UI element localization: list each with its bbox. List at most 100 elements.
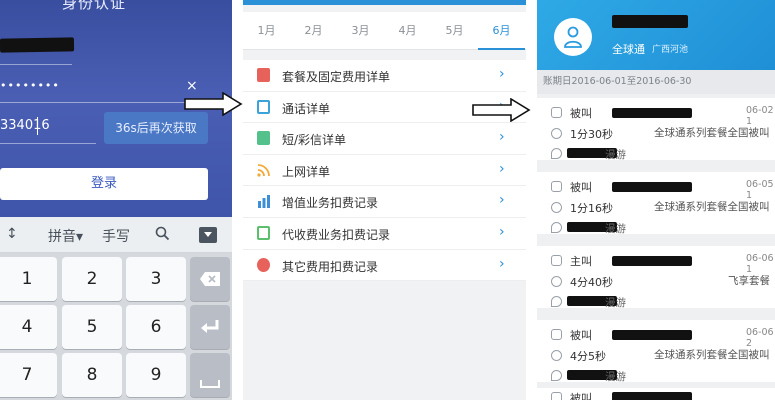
delete-key[interactable] (190, 257, 230, 301)
redacted-phone (0, 37, 75, 53)
detail-list: 套餐及固定费用详单 › 通话详单 › 短/彩信详单 › 上网详单 › 增值业务扣… (243, 60, 526, 282)
text-cursor (37, 117, 38, 135)
call-date: 06-05 1 (746, 179, 774, 201)
tab-month-2[interactable]: 2月 (290, 12, 337, 50)
login-button[interactable]: 登录 (0, 168, 208, 200)
tab-month-1[interactable]: 1月 (243, 12, 290, 50)
resend-code-button[interactable]: 36s后再次获取 (104, 112, 208, 144)
wallet-icon (257, 225, 270, 240)
location-icon (551, 296, 562, 307)
login-title: 身份认证 (62, 0, 127, 12)
key-8[interactable]: 8 (62, 353, 122, 397)
tab-month-4[interactable]: 4月 (384, 12, 431, 50)
user-icon (564, 26, 582, 48)
chevron-right-icon: › (499, 129, 505, 146)
chevron-right-icon: › (499, 223, 505, 240)
call-desc: 全球通系列套餐全国被叫 (654, 201, 770, 213)
key-3[interactable]: 3 (126, 257, 186, 301)
call-location: 漫游 (605, 371, 626, 383)
list-item-label: 通话详单 (282, 101, 331, 116)
list-item-data[interactable]: 上网详单 › (243, 155, 526, 187)
search-icon[interactable] (155, 226, 170, 245)
list-item[interactable]: 被叫 (537, 388, 775, 400)
call-date: 06-02 1 (746, 105, 774, 127)
call-type: 被叫 (570, 392, 592, 400)
cursor-move-icon[interactable]: ↕ (6, 226, 18, 242)
login-panel: 身份认证 •••••••• × 334016 36s后再次获取 登录 ↕ 拼音▾… (0, 0, 232, 400)
call-duration: 4分40秒 (570, 276, 613, 289)
billing-period: 账期日2016-06-01至2016-06-30 (537, 70, 775, 94)
phone-icon (551, 392, 562, 400)
list-item-package[interactable]: 套餐及固定费用详单 › (243, 60, 526, 92)
chevron-right-icon: › (499, 66, 505, 82)
list-item[interactable]: 被叫 06-05 1 1分16秒 全球通系列套餐全国被叫 漫游 (537, 172, 775, 240)
key-9[interactable]: 9 (126, 353, 186, 397)
redacted-number (612, 330, 692, 340)
phone-icon (257, 99, 270, 114)
list-item[interactable]: 被叫 06-06 2 4分5秒 全球通系列套餐全国被叫 漫游 (537, 320, 775, 388)
chevron-right-icon: › (499, 255, 505, 272)
location-icon (551, 222, 562, 233)
area-name: 广西河池 (652, 45, 689, 55)
list-item-label: 增值业务扣费记录 (282, 196, 379, 211)
phone-icon (551, 255, 562, 266)
call-type: 被叫 (570, 181, 592, 194)
clock-icon (551, 350, 562, 361)
list-item-label: 代收费业务扣费记录 (282, 227, 391, 242)
arrow-right-icon (184, 92, 243, 116)
call-date: 06-06 2 (746, 327, 774, 349)
call-records-panel: 全球通 广西河池 账期日2016-06-01至2016-06-30 被叫 06-… (537, 0, 775, 400)
clock-icon (551, 276, 562, 287)
top-accent-bar (243, 0, 526, 5)
redacted-number (612, 392, 692, 400)
redacted-phone (612, 15, 688, 28)
handwrite-mode[interactable]: 手写 (102, 226, 130, 246)
key-6[interactable]: 6 (126, 305, 186, 349)
call-duration: 1分16秒 (570, 202, 613, 215)
list-item-other-fees[interactable]: 其它费用扣费记录 › (243, 250, 526, 282)
phone-icon (551, 329, 562, 340)
numeric-keypad: 1 2 3 4 5 6 7 8 9 (0, 253, 232, 400)
tab-month-3[interactable]: 3月 (337, 12, 384, 50)
input-mode-pinyin[interactable]: 拼音▾ (48, 226, 83, 246)
avatar (554, 18, 592, 56)
space-key[interactable] (190, 353, 230, 397)
list-item-value-added[interactable]: 增值业务扣费记录 › (243, 186, 526, 218)
enter-key[interactable] (190, 305, 230, 349)
call-location: 漫游 (605, 223, 626, 235)
call-desc: 全球通系列套餐全国被叫 (654, 127, 770, 139)
package-icon (257, 68, 270, 82)
phone-icon (551, 181, 562, 192)
key-4[interactable]: 4 (0, 305, 57, 349)
call-type: 被叫 (570, 329, 592, 342)
key-5[interactable]: 5 (62, 305, 122, 349)
call-location: 漫游 (605, 297, 626, 309)
key-7[interactable]: 7 (0, 353, 57, 397)
list-item[interactable]: 被叫 06-02 1 1分30秒 全球通系列套餐全国被叫 漫游 (537, 98, 775, 166)
list-item-label: 上网详单 (282, 164, 331, 179)
verification-code-input[interactable]: 334016 (0, 118, 50, 133)
divider (0, 143, 96, 144)
redacted-number (612, 182, 692, 192)
arrow-right-icon (472, 98, 531, 122)
password-field[interactable]: •••••••• (0, 79, 60, 92)
list-item-label: 套餐及固定费用详单 (282, 70, 391, 84)
list-item-label: 其它费用扣费记录 (282, 259, 379, 274)
tab-month-5[interactable]: 5月 (431, 12, 478, 50)
tab-month-6[interactable]: 6月 (478, 12, 525, 50)
keyboard-toolbar: ↕ 拼音▾ 手写 (0, 217, 232, 253)
list-item-sms[interactable]: 短/彩信详单 › (243, 123, 526, 155)
call-type: 被叫 (570, 107, 592, 120)
key-2[interactable]: 2 (62, 257, 122, 301)
list-item-collection[interactable]: 代收费业务扣费记录 › (243, 218, 526, 250)
clock-icon (551, 128, 562, 139)
list-item[interactable]: 主叫 06-06 1 4分40秒 飞享套餐 漫游 (537, 246, 775, 314)
key-1[interactable]: 1 (0, 257, 57, 301)
hide-keyboard-icon[interactable] (199, 227, 217, 243)
location-icon (551, 148, 562, 159)
call-duration: 1分30秒 (570, 128, 613, 141)
bill-detail-menu: 1月 2月 3月 4月 5月 6月 套餐及固定费用详单 › 通话详单 › 短/彩… (243, 0, 526, 400)
chevron-right-icon: › (499, 160, 505, 177)
location-icon (551, 370, 562, 381)
call-date: 06-06 1 (746, 253, 774, 275)
